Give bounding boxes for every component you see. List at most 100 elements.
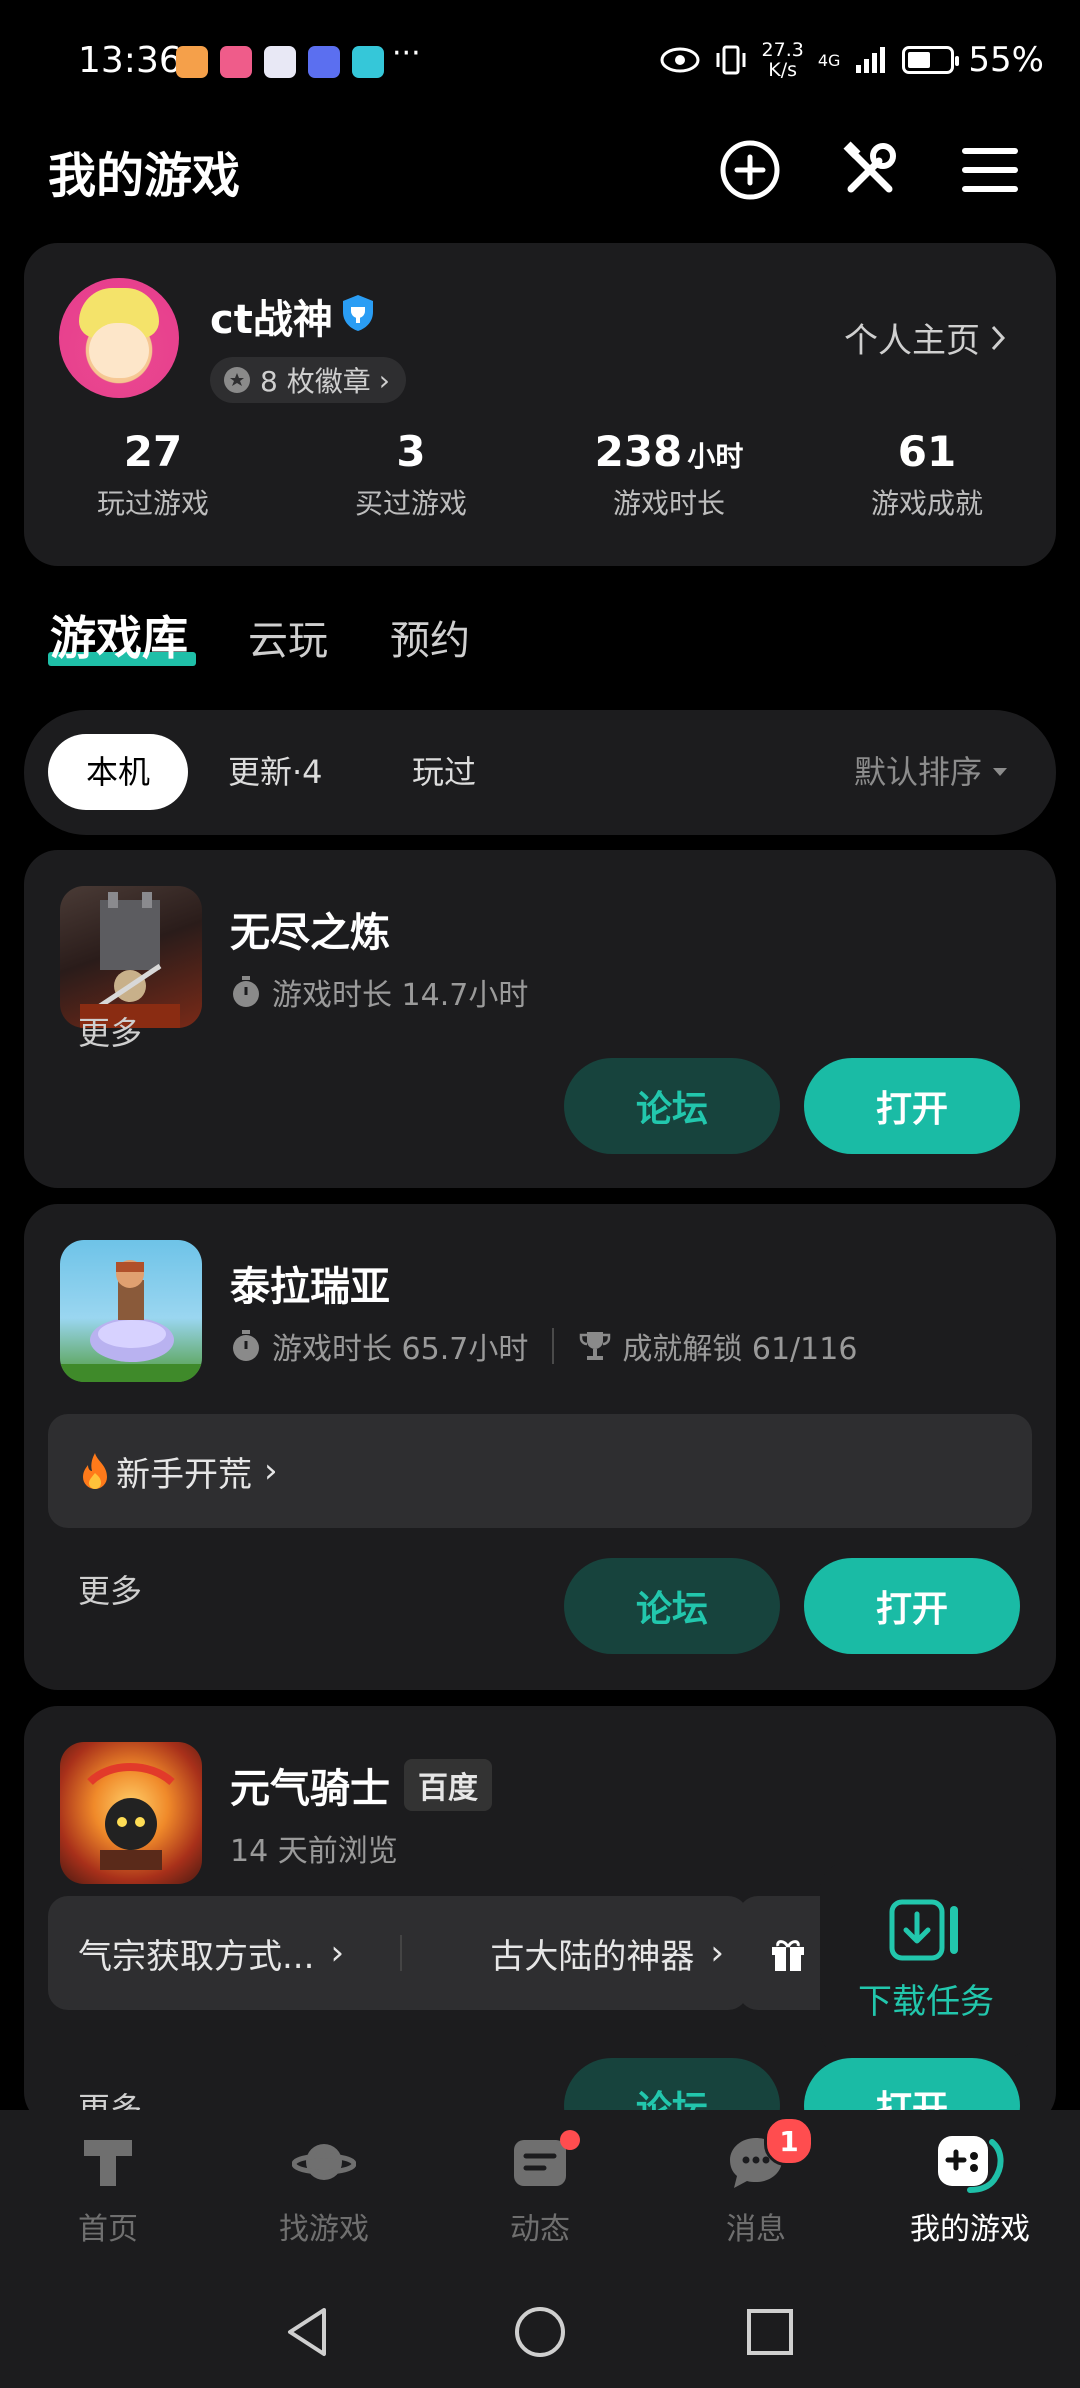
homepage-label: 个人主页 [844, 321, 980, 361]
open-button[interactable]: 打开 [804, 1558, 1020, 1654]
home-circle-icon[interactable] [512, 2304, 568, 2360]
tips-strip: 气宗获取方式... › 古大陆的神器 › [48, 1896, 748, 2010]
nav-home[interactable]: 首页 [18, 2130, 198, 2248]
system-nav-bar [0, 2280, 1080, 2388]
notification-icons [176, 46, 384, 78]
stat-play-time[interactable]: 238 小时 游戏时长 [540, 427, 798, 522]
game-icon [60, 1742, 202, 1884]
tools-icon [843, 141, 896, 193]
gift-icon [772, 1940, 804, 1971]
open-button[interactable]: 打开 [804, 1058, 1020, 1154]
play-time: 游戏时长 65.7小时 [272, 1332, 529, 1367]
verified-icon [343, 295, 373, 331]
filter-chip-updates[interactable]: 更新·4 [228, 734, 323, 810]
nav-discover[interactable]: 找游戏 [234, 2130, 414, 2248]
more-notifications-icon: ··· [392, 36, 421, 71]
forum-button[interactable]: 论坛 [564, 1058, 780, 1154]
topic-label: 新手开荒 [116, 1454, 252, 1495]
recently-viewed: 14 天前浏览 [230, 1834, 398, 1869]
chevron-right-icon: › [378, 363, 390, 397]
chevron-right-icon: › [710, 1933, 724, 1973]
stopwatch-icon [233, 1330, 259, 1361]
profile-card: ct战神 8 枚徽章 › 个人主页 27 玩过游戏 3 买过游戏 238 小时 … [24, 243, 1056, 566]
sort-label: 默认排序 [853, 753, 982, 791]
tab-library[interactable]: 游戏库 [50, 602, 188, 668]
status-bar: 13:36 ··· 27.3 K/s 4G 55% [0, 0, 1080, 130]
download-icon [889, 1899, 958, 1960]
sort-dropdown[interactable]: 默认排序 [854, 734, 1008, 810]
game-icon [60, 1240, 202, 1382]
battery-percent: 55% [968, 40, 1044, 80]
filter-bar: 本机 更新·4 玩过 默认排序 [24, 710, 1056, 835]
network-type: 4G [817, 50, 841, 70]
homepage-link[interactable]: 个人主页 [844, 313, 1006, 362]
achievement-progress: 成就解锁 61/116 [622, 1332, 858, 1367]
play-time: 游戏时长 14.7小时 [272, 978, 529, 1013]
nav-my-games[interactable]: 我的游戏 [880, 2130, 1060, 2248]
download-tasks-button[interactable]: 下载任务 [820, 1862, 1032, 2058]
stat-achievements[interactable]: 61 游戏成就 [798, 427, 1056, 522]
app-notification-icon [220, 46, 252, 78]
divider [552, 1328, 555, 1364]
app-notification-icon [308, 46, 340, 78]
menu-button[interactable] [950, 130, 1030, 210]
network-speed: 27.3 K/s [761, 39, 804, 81]
username[interactable]: ct战神 [210, 287, 333, 345]
app-notification-icon [352, 46, 384, 78]
app-notification-icon [176, 46, 208, 78]
tip-item[interactable]: 气宗获取方式... › [48, 1929, 400, 1978]
filter-chip-local[interactable]: 本机 [48, 734, 189, 810]
bottom-nav: 首页 找游戏 动态 1 消息 我的游戏 [0, 2110, 1080, 2280]
menu-icon [962, 148, 1018, 192]
app-notification-icon [264, 46, 296, 78]
tip-item[interactable]: 古大陆的神器 › [402, 1929, 748, 1978]
feed-notification-dot [560, 2130, 580, 2150]
game-card[interactable]: 泰拉瑞亚 游戏时长 65.7小时 成就解锁 61/116 新手开荒 › 更多 论… [24, 1204, 1056, 1690]
recents-icon[interactable] [742, 2304, 798, 2360]
eye-icon [660, 47, 700, 73]
filter-chip-played[interactable]: 玩过 [412, 734, 476, 810]
game-title: 泰拉瑞亚 [230, 1264, 390, 1310]
tab-cloud-play[interactable]: 云玩 [248, 608, 328, 666]
badges-count: 8 枚徽章 [260, 365, 371, 398]
medal-icon [224, 367, 250, 393]
messages-badge: 1 [764, 2116, 814, 2166]
chevron-right-icon [991, 325, 1006, 350]
trophy-icon [580, 1332, 611, 1360]
page-title: 我的游戏 [48, 148, 241, 204]
battery-icon [902, 46, 960, 74]
tip-label: 气宗获取方式... [78, 1936, 315, 1977]
tools-button[interactable] [830, 130, 910, 210]
add-circle-icon [720, 140, 780, 200]
gamepad-icon [938, 2136, 1004, 2193]
game-title: 无尽之炼 [230, 910, 390, 956]
stopwatch-icon [233, 976, 259, 1007]
game-title: 元气骑士 [230, 1766, 390, 1812]
badges-button[interactable]: 8 枚徽章 › [210, 357, 406, 403]
nav-messages[interactable]: 1 消息 [666, 2116, 846, 2248]
game-card[interactable]: 无尽之炼 游戏时长 14.7小时 更多 论坛 打开 [24, 850, 1056, 1188]
more-link[interactable]: 更多 [78, 1008, 142, 1054]
signal-icon [856, 47, 886, 73]
topic-banner[interactable]: 新手开荒 › [48, 1414, 1032, 1528]
stat-games-bought[interactable]: 3 买过游戏 [282, 427, 540, 522]
tab-reservations[interactable]: 预约 [390, 608, 470, 666]
add-button[interactable] [710, 130, 790, 210]
home-icon [84, 2140, 132, 2186]
chevron-right-icon: › [330, 1933, 345, 1973]
game-icon [60, 886, 202, 1028]
download-tasks-label: 下载任务 [858, 1981, 994, 2022]
server-tag: 百度 [404, 1759, 492, 1811]
status-time: 13:36 [78, 40, 182, 81]
caret-down-icon [993, 768, 1007, 776]
planet-icon [292, 2144, 356, 2180]
stat-games-played[interactable]: 27 玩过游戏 [24, 427, 282, 522]
fire-icon [83, 1453, 107, 1489]
avatar[interactable] [59, 278, 179, 398]
back-icon[interactable] [280, 2304, 336, 2360]
more-link[interactable]: 更多 [78, 1566, 142, 1612]
vibrate-icon [716, 45, 746, 75]
chevron-right-icon: › [264, 1451, 278, 1491]
nav-feed[interactable]: 动态 [450, 2130, 630, 2248]
forum-button[interactable]: 论坛 [564, 1558, 780, 1654]
